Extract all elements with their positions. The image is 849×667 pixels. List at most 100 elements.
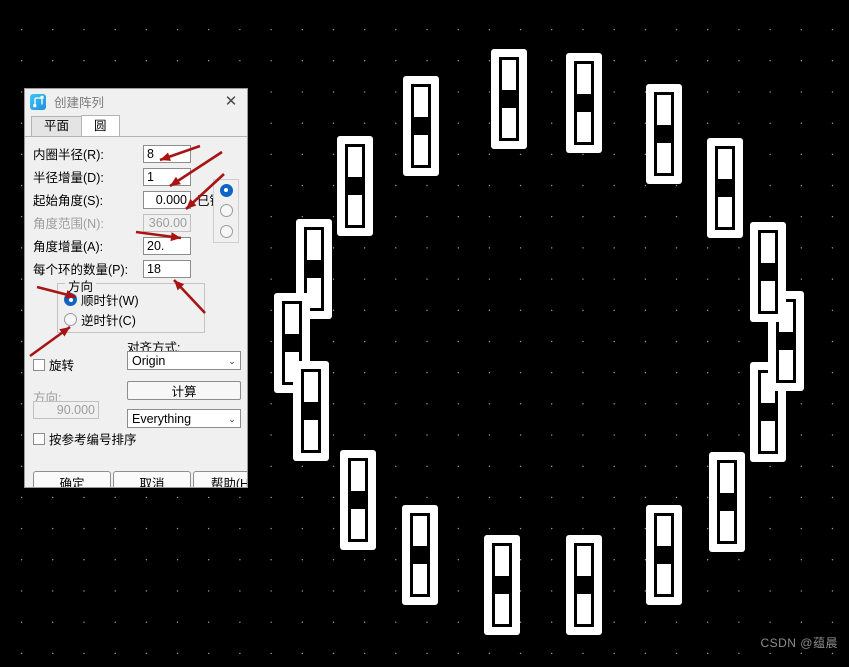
angle-mode-radio-1[interactable] — [219, 183, 233, 197]
array-shape[interactable] — [566, 535, 602, 635]
array-shape[interactable] — [491, 49, 527, 149]
array-shape-cell — [779, 349, 793, 380]
chevron-down-icon-2: ⌄ — [228, 413, 236, 424]
angle-mode-radio-2[interactable] — [219, 204, 233, 218]
chevron-down-icon: ⌄ — [228, 355, 236, 366]
array-shape-inner — [714, 457, 740, 547]
array-shape-cell — [657, 516, 671, 547]
dialog-titlebar[interactable]: 创建阵列 ✕ — [25, 89, 247, 114]
array-shape-inner — [651, 510, 677, 600]
help-button[interactable]: 帮助(H) — [193, 471, 247, 487]
dialog-tabstrip[interactable]: 平面 圆 — [25, 115, 247, 137]
dialog-title: 创建阵列 — [54, 96, 105, 110]
array-shape-cell — [718, 149, 732, 180]
select-scope-value: Everything — [132, 411, 192, 426]
array-shape[interactable] — [566, 53, 602, 153]
array-shape[interactable] — [337, 136, 373, 236]
array-shape-inner — [408, 81, 434, 171]
array-shape-cell — [414, 134, 428, 165]
array-shape-cell — [718, 196, 732, 227]
array-shape-cell — [577, 593, 591, 624]
array-shape-cell — [761, 420, 775, 451]
label-radius-increment: 半径增量(D): — [33, 171, 104, 185]
array-shape[interactable] — [707, 138, 743, 238]
array-shape-cell — [577, 64, 591, 95]
tab-plane[interactable]: 平面 — [31, 116, 83, 136]
array-shape-cell — [348, 147, 362, 178]
csdn-watermark: CSDN @蕴晨 — [760, 636, 838, 650]
array-shape[interactable] — [709, 452, 745, 552]
array-shape-cell — [657, 563, 671, 594]
angle-mode-radio-3[interactable] — [219, 225, 233, 239]
array-shape-cell — [285, 304, 299, 335]
input-start-angle[interactable]: 0.000 — [143, 190, 191, 209]
input-count-per-ring[interactable]: 18 — [143, 259, 191, 278]
array-shape-inner — [755, 227, 781, 317]
ok-button[interactable]: 确定 — [33, 471, 111, 487]
array-shape-inner — [712, 143, 738, 233]
array-shape-inner — [298, 366, 324, 456]
array-shape[interactable] — [646, 505, 682, 605]
array-shape-cell — [413, 516, 427, 547]
calculate-button[interactable]: 计算 — [127, 381, 241, 400]
radio-counterclockwise-dot[interactable] — [64, 313, 77, 326]
array-shape-cell — [495, 593, 509, 624]
array-shape[interactable] — [293, 361, 329, 461]
array-shape-cell — [413, 563, 427, 594]
array-shape[interactable] — [402, 505, 438, 605]
select-align-mode-value: Origin — [132, 353, 166, 368]
input-direction-angle: 90.000 — [33, 401, 99, 419]
array-shape[interactable] — [646, 84, 682, 184]
array-shape-cell — [351, 508, 365, 539]
array-shape[interactable] — [484, 535, 520, 635]
array-shape-inner — [345, 455, 371, 545]
select-align-mode[interactable]: Origin ⌄ — [127, 351, 241, 370]
close-icon[interactable]: ✕ — [215, 89, 247, 114]
array-shape-cell — [657, 142, 671, 173]
dialog-body: 内圈半径(R): 8 半径增量(D): 1 起始角度(S): 0.000 已锁定… — [25, 137, 247, 487]
radio-clockwise-dot[interactable] — [64, 293, 77, 306]
checkbox-sort-by-ref-box[interactable] — [33, 432, 45, 445]
radio-counterclockwise[interactable]: 逆时针(C) — [64, 311, 204, 328]
array-shape-inner — [571, 58, 597, 148]
cancel-button[interactable]: 取消 — [113, 471, 191, 487]
tab-circle[interactable]: 圆 — [81, 115, 120, 136]
array-shape[interactable] — [340, 450, 376, 550]
label-angle-increment: 角度增量(A): — [33, 240, 104, 254]
array-shape-cell — [495, 546, 509, 577]
array-shape-cell — [577, 111, 591, 142]
create-array-dialog[interactable]: 创建阵列 ✕ 平面 圆 内圈半径(R): 8 半径增量(D): 1 起始角度(S… — [24, 88, 248, 488]
field-row-inner-radius: 内圈半径(R): 8 — [25, 143, 247, 164]
input-inner-radius[interactable]: 8 — [143, 144, 191, 163]
checkbox-sort-by-ref-label: 按参考编号排序 — [49, 433, 137, 447]
checkbox-rotate[interactable]: 旋转 — [33, 355, 74, 374]
array-path-icon — [30, 93, 46, 110]
array-shape-inner — [407, 510, 433, 600]
input-angle-range: 360.00 — [143, 213, 191, 232]
array-shape-inner — [342, 141, 368, 231]
checkbox-sort-by-ref[interactable]: 按参考编号排序 — [33, 429, 137, 448]
select-scope[interactable]: Everything ⌄ — [127, 409, 241, 428]
dialog-lower-section: 旋转 方向: 90.000 按参考编号排序 对齐方式: Origin ⌄ 计算 … — [25, 339, 247, 487]
array-shape-cell — [502, 107, 516, 138]
input-radius-increment[interactable]: 1 — [143, 167, 191, 186]
direction-groupbox: 方向 顺时针(W) 逆时针(C) — [57, 276, 205, 333]
array-shape-cell — [307, 230, 321, 261]
input-angle-increment[interactable]: 20. — [143, 236, 191, 255]
checkbox-rotate-box[interactable] — [33, 358, 45, 371]
array-shape-cell — [577, 546, 591, 577]
label-angle-range: 角度范围(N): — [33, 217, 104, 231]
array-shape-inner — [489, 540, 515, 630]
angle-mode-radio-group[interactable] — [213, 179, 239, 243]
array-shape-inner — [571, 540, 597, 630]
label-start-angle: 起始角度(S): — [33, 194, 104, 208]
array-shape-cell — [304, 419, 318, 450]
array-shape[interactable] — [750, 222, 786, 322]
array-shape[interactable] — [403, 76, 439, 176]
array-shape-cell — [348, 194, 362, 225]
array-shape-cell — [414, 87, 428, 118]
array-shape-cell — [502, 60, 516, 91]
array-shape-cell — [720, 463, 734, 494]
field-row-count-per-ring: 每个环的数量(P): 18 — [25, 258, 247, 279]
array-shape-cell — [351, 461, 365, 492]
